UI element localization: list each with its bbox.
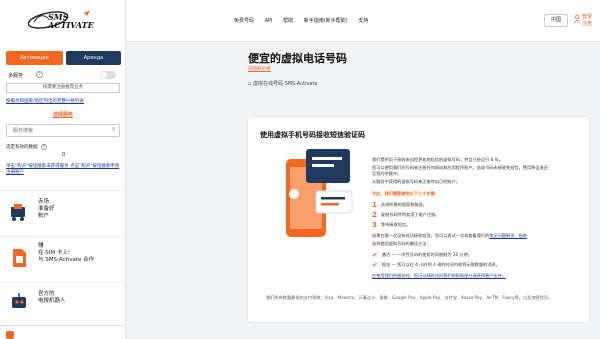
check-item: ✔ 激活 — 一次性号码的使用时间限制为 20 分钟。	[372, 251, 473, 259]
card-paragraph: 如果在第一次没有成功接收短信，您可以再试一次或查看我们的常见问题解答、指南	[372, 233, 527, 238]
robot-icon	[12, 293, 26, 308]
step-item: 1 选择所需的国家和服务。	[372, 201, 427, 209]
step-item: 3 等待接收短信。	[372, 221, 411, 229]
sms-activate-logo[interactable]: SMS ACTIVATE	[26, 8, 100, 34]
sidebar: SMS ACTIVATE Активация Аренда 多服务 ? 按需要注册…	[0, 0, 126, 339]
promo-text: 官方的 电报机器人	[38, 291, 66, 304]
card-paragraph: 从服务中获得的虚拟号码来注册你自己的账户。	[372, 179, 460, 184]
card-paragraph: 选择使用虚拟号码的最佳方法：	[372, 241, 431, 246]
promo-telegram-bot[interactable]: 官方的 电报机器人	[0, 282, 126, 322]
card-paragraph: 至您的余额中。	[372, 171, 402, 176]
card-paragraph: 在使用我们的服务时，您可以随时访问我们的帮助部分或获得客户支持。	[372, 273, 507, 278]
card-paragraph: 您可以使用我们的号码来注册任何网站和应用程序账户。若该号码未接收到短信，费用将会…	[372, 165, 548, 170]
register-link[interactable]: 注册	[582, 21, 592, 27]
check-icon: ✔	[372, 261, 378, 269]
help-icon[interactable]: ?	[36, 71, 43, 78]
broken-image-icon: ▫	[248, 81, 252, 87]
user-icon	[574, 15, 580, 23]
multi-service-toggle[interactable]	[100, 71, 116, 79]
login-link[interactable]: 登录	[582, 14, 592, 20]
card-paragraph: 我们提供用于接收来自世界各地短信的虚拟号码，并且已经运行 8 年。	[372, 157, 503, 162]
multi-service-label: 多服务	[8, 73, 24, 79]
language-select[interactable]: 中国	[544, 14, 568, 27]
activation-button[interactable]: Активация	[6, 51, 63, 65]
broken-image: ▫ 虚拟在线号码 SMS-Activate	[248, 80, 317, 87]
nav-api[interactable]: API	[265, 18, 273, 24]
image-alt-text: 虚拟在线号码 SMS-Activate	[252, 81, 318, 87]
service-not-found-link[interactable]: 单击"购买"按钮搜索未获得服务 点击"购买"按钮搜索申请注册账户	[6, 164, 122, 176]
info-card: 使用虚拟手机号码接收短信验证码 我们提供用于接收来自世界各地短信的虚拟号码，并且…	[248, 117, 589, 322]
sidebar-footer	[0, 325, 126, 339]
sim-card-icon	[13, 249, 26, 267]
favorites-row: 选定有效的数据 ?	[6, 144, 47, 150]
service-search-input[interactable]	[7, 125, 103, 136]
account-menu[interactable]: 登录 注册	[574, 13, 596, 31]
check-icon: ✔	[372, 251, 378, 259]
nav-guide[interactable]: 新手指南(新手帮助)	[304, 18, 348, 24]
full-price-list-link[interactable]: 按服务和国家/地区列出的完整价格列表	[6, 98, 84, 104]
payment-methods-text: 我们所有数量最多的支付系统：Visa、Maestro、万事达卡、银联、Googl…	[266, 295, 553, 300]
main-nav: 免费号码 API 帮助 新手指南(新手帮助) 支持	[234, 17, 377, 24]
promo-account-ready[interactable]: 赤场 准备好 帐户	[0, 190, 126, 236]
cart-icon	[11, 204, 25, 221]
logo-text: SMS ACTIVATE	[48, 12, 94, 30]
top-header: 免费号码 API 帮助 新手指南(新手帮助) 支持 中国 登录 注册	[126, 0, 600, 42]
nav-free-numbers[interactable]: 免费号码	[234, 18, 254, 24]
nav-support[interactable]: 支持	[358, 18, 368, 24]
footer-icon	[6, 331, 14, 339]
rent-button[interactable]: Аренда	[66, 51, 121, 65]
promo-text: 赤场 准备好 帐户	[38, 199, 55, 219]
steps-title: 为此，我们需要做到以下三个步骤：	[372, 191, 440, 196]
promo-text: 赚 在 SIM 卡上! 与 SMS-Activate 合作	[38, 243, 95, 263]
referral-bar[interactable]: 按需要注册推荐业务	[6, 83, 120, 93]
select-service-title: 选择服务	[52, 112, 73, 118]
favorites-label: 选定有效的数据	[6, 145, 38, 150]
multi-service-row: 多服务 ?	[6, 70, 120, 80]
nav-help[interactable]: 帮助	[283, 18, 293, 24]
promo-sim-partner[interactable]: 赚 在 SIM 卡上! 与 SMS-Activate 合作	[0, 236, 126, 282]
close-icon[interactable]: ×	[111, 126, 116, 133]
faq-link[interactable]: 常见问题解答、指南	[489, 233, 527, 238]
step-item: 2 复制号码并将其用于账户注册。	[372, 211, 440, 219]
card-title: 使用虚拟手机号码接收短信验证码	[260, 131, 365, 139]
favorites-count: 0	[62, 152, 66, 158]
page-title: 便宜的虚拟电话号码	[248, 52, 347, 65]
phone-illustration-icon	[286, 149, 353, 237]
page-subtitle-link[interactable]: 日期和价格	[248, 66, 271, 72]
service-search[interactable]: ×	[6, 124, 120, 137]
help-icon[interactable]: ?	[40, 144, 47, 150]
check-item: ✔ 租金 — 您可以在 4 小时到 4 周的时间内收到无限数量的消息。	[372, 261, 500, 269]
